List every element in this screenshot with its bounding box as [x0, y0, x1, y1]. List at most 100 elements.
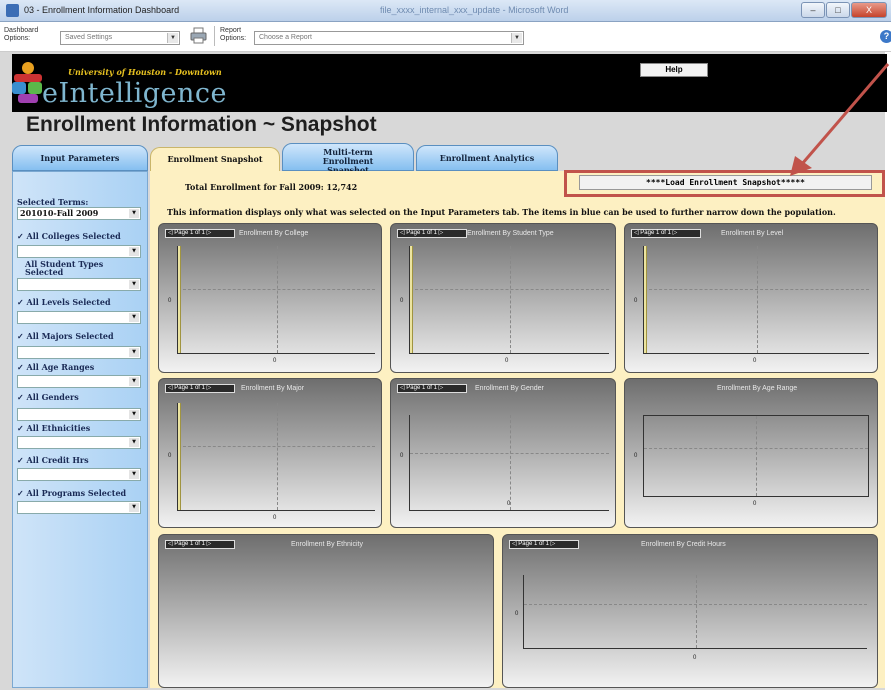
filter-label: All Ethnicities [26, 423, 91, 433]
x-tick: 0 [753, 501, 757, 507]
chevron-down-icon: ▼ [129, 247, 139, 256]
x-tick: 0 [273, 515, 277, 521]
brand-name: eIntelligence [42, 78, 228, 109]
majors-select[interactable]: ▼ [17, 346, 141, 359]
pager-label: Page 1 of 1 [640, 230, 671, 236]
chevron-down-icon: ▼ [129, 313, 139, 322]
saved-settings-select[interactable]: Saved Settings ▼ [60, 31, 180, 45]
filter-label: All Credit Hrs [26, 455, 89, 465]
chevron-down-icon: ▼ [129, 470, 139, 479]
filter-label: All Student Types Selected [25, 259, 104, 277]
pager-label: Page 1 of 1 [406, 385, 437, 391]
pager[interactable]: ◁ Page 1 of 1 ▷ [165, 540, 235, 549]
chart-enrollment-by-major: ◁ Page 1 of 1 ▷ Enrollment By Major 0 0 [158, 378, 382, 528]
report-select-value: Choose a Report [259, 34, 312, 41]
genders-select[interactable]: ▼ [17, 408, 141, 421]
pager[interactable]: ◁ Page 1 of 1 ▷ [165, 384, 235, 393]
chart-enrollment-by-college: ◁ Page 1 of 1 ▷ Enrollment By College 0 … [158, 223, 382, 373]
chart-enrollment-by-student-type: ◁ Page 1 of 1 ▷ Enrollment By Student Ty… [390, 223, 616, 373]
tab-enrollment-snapshot[interactable]: Enrollment Snapshot [150, 147, 280, 172]
levels-select[interactable]: ▼ [17, 311, 141, 324]
credit-hrs-select[interactable]: ▼ [17, 468, 141, 481]
total-enrollment: Total Enrollment for Fall 2009: 12,742 [185, 182, 358, 192]
colleges-select[interactable]: ▼ [17, 245, 141, 258]
filter-student-types[interactable]: All Student Types Selected [17, 260, 127, 276]
chart-title: Enrollment By Major [241, 385, 305, 392]
chevron-down-icon: ▼ [129, 209, 139, 218]
filter-label: All Levels Selected [26, 297, 111, 307]
y-tick: 0 [168, 453, 172, 459]
chart-title: Enrollment By College [239, 230, 309, 237]
chart-enrollment-by-ethnicity: ◁ Page 1 of 1 ▷ Enrollment By Ethnicity [158, 534, 494, 688]
chart-title: Enrollment By Level [721, 230, 784, 237]
filter-age-ranges[interactable]: ✓ All Age Ranges [17, 363, 94, 371]
pager-label: Page 1 of 1 [174, 230, 205, 236]
age-ranges-select[interactable]: ▼ [17, 375, 141, 388]
university-name: University of Houston - Downtown [68, 67, 222, 77]
printer-icon[interactable] [190, 27, 207, 44]
pager[interactable]: ◁ Page 1 of 1 ▷ [631, 229, 701, 238]
annotation-arrow-icon [790, 63, 890, 176]
pager[interactable]: ◁ Page 1 of 1 ▷ [165, 229, 235, 238]
plot-area [643, 246, 869, 354]
chart-title: Enrollment By Credit Hours [641, 541, 726, 548]
plot-area [409, 415, 609, 511]
plot-area [177, 246, 375, 354]
chevron-down-icon: ▼ [129, 438, 139, 447]
filter-programs[interactable]: ✓ All Programs Selected [17, 489, 126, 497]
filter-levels[interactable]: ✓ All Levels Selected [17, 298, 111, 306]
chart-title: Enrollment By Ethnicity [291, 541, 363, 548]
filter-ethnicities[interactable]: ✓ All Ethnicities [17, 424, 90, 432]
input-sidebar: Selected Terms: 201010-Fall 2009 ▼ ✓ All… [12, 171, 148, 688]
filter-label: All Genders [26, 392, 79, 402]
student-types-select[interactable]: ▼ [17, 278, 141, 291]
chevron-down-icon: ▼ [129, 377, 139, 386]
x-tick: 0 [753, 358, 757, 364]
window-title: 03 - Enrollment Information Dashboard [24, 5, 180, 15]
chevron-down-icon: ▼ [129, 503, 139, 512]
filter-label: All Colleges Selected [26, 231, 121, 241]
filter-genders[interactable]: ✓ All Genders [17, 393, 79, 401]
programs-select[interactable]: ▼ [17, 501, 141, 514]
filter-label: All Programs Selected [26, 488, 127, 498]
chart-enrollment-by-credit-hours: ◁ Page 1 of 1 ▷ Enrollment By Credit Hou… [502, 534, 878, 688]
report-select[interactable]: Choose a Report ▼ [254, 31, 524, 45]
ethnicities-select[interactable]: ▼ [17, 436, 141, 449]
filter-majors[interactable]: ✓ All Majors Selected [17, 332, 114, 340]
x-tick: 0 [273, 358, 277, 364]
x-tick: 0 [693, 655, 697, 661]
chart-title: Enrollment By Gender [475, 385, 544, 392]
y-tick: 0 [634, 453, 638, 459]
filter-colleges[interactable]: ✓ All Colleges Selected [17, 232, 121, 240]
help-button[interactable]: Help [640, 63, 708, 77]
page-title: Enrollment Information ~ Snapshot [26, 113, 377, 136]
tab-enrollment-analytics[interactable]: Enrollment Analytics [416, 145, 558, 171]
chevron-down-icon: ▼ [129, 280, 139, 289]
report-options-label: Report Options: [220, 27, 247, 42]
maximize-button[interactable]: □ [826, 2, 850, 18]
tab-multi-term-snapshot[interactable]: Multi-term Enrollment Snapshot [282, 143, 414, 175]
app-icon [6, 4, 19, 17]
chart-enrollment-by-level: ◁ Page 1 of 1 ▷ Enrollment By Level 0 0 [624, 223, 878, 373]
help-icon[interactable]: ? [880, 30, 891, 43]
info-text: This information displays only what was … [167, 207, 836, 217]
chart-enrollment-by-age-range: Enrollment By Age Range 0 0 [624, 378, 878, 528]
tab-input-parameters[interactable]: Input Parameters [12, 145, 148, 171]
pager[interactable]: ◁ Page 1 of 1 ▷ [509, 540, 579, 549]
chevron-down-icon: ▼ [129, 410, 139, 419]
close-button[interactable]: X [851, 2, 887, 18]
logo-icon [12, 62, 42, 103]
terms-value: 201010-Fall 2009 [20, 208, 99, 218]
x-tick: 0 [505, 358, 509, 364]
terms-select[interactable]: 201010-Fall 2009 ▼ [17, 207, 141, 220]
selected-terms-label: Selected Terms: [17, 197, 89, 207]
pager[interactable]: ◁ Page 1 of 1 ▷ [397, 384, 467, 393]
filter-label: All Majors Selected [26, 331, 114, 341]
pager[interactable]: ◁ Page 1 of 1 ▷ [397, 229, 467, 238]
chart-enrollment-by-gender: ◁ Page 1 of 1 ▷ Enrollment By Gender 0 0 [390, 378, 616, 528]
y-tick: 0 [634, 298, 638, 304]
chart-title: Enrollment By Age Range [717, 385, 798, 392]
y-tick: 0 [168, 298, 172, 304]
filter-credit-hrs[interactable]: ✓ All Credit Hrs [17, 456, 89, 464]
minimize-button[interactable]: – [801, 2, 825, 18]
